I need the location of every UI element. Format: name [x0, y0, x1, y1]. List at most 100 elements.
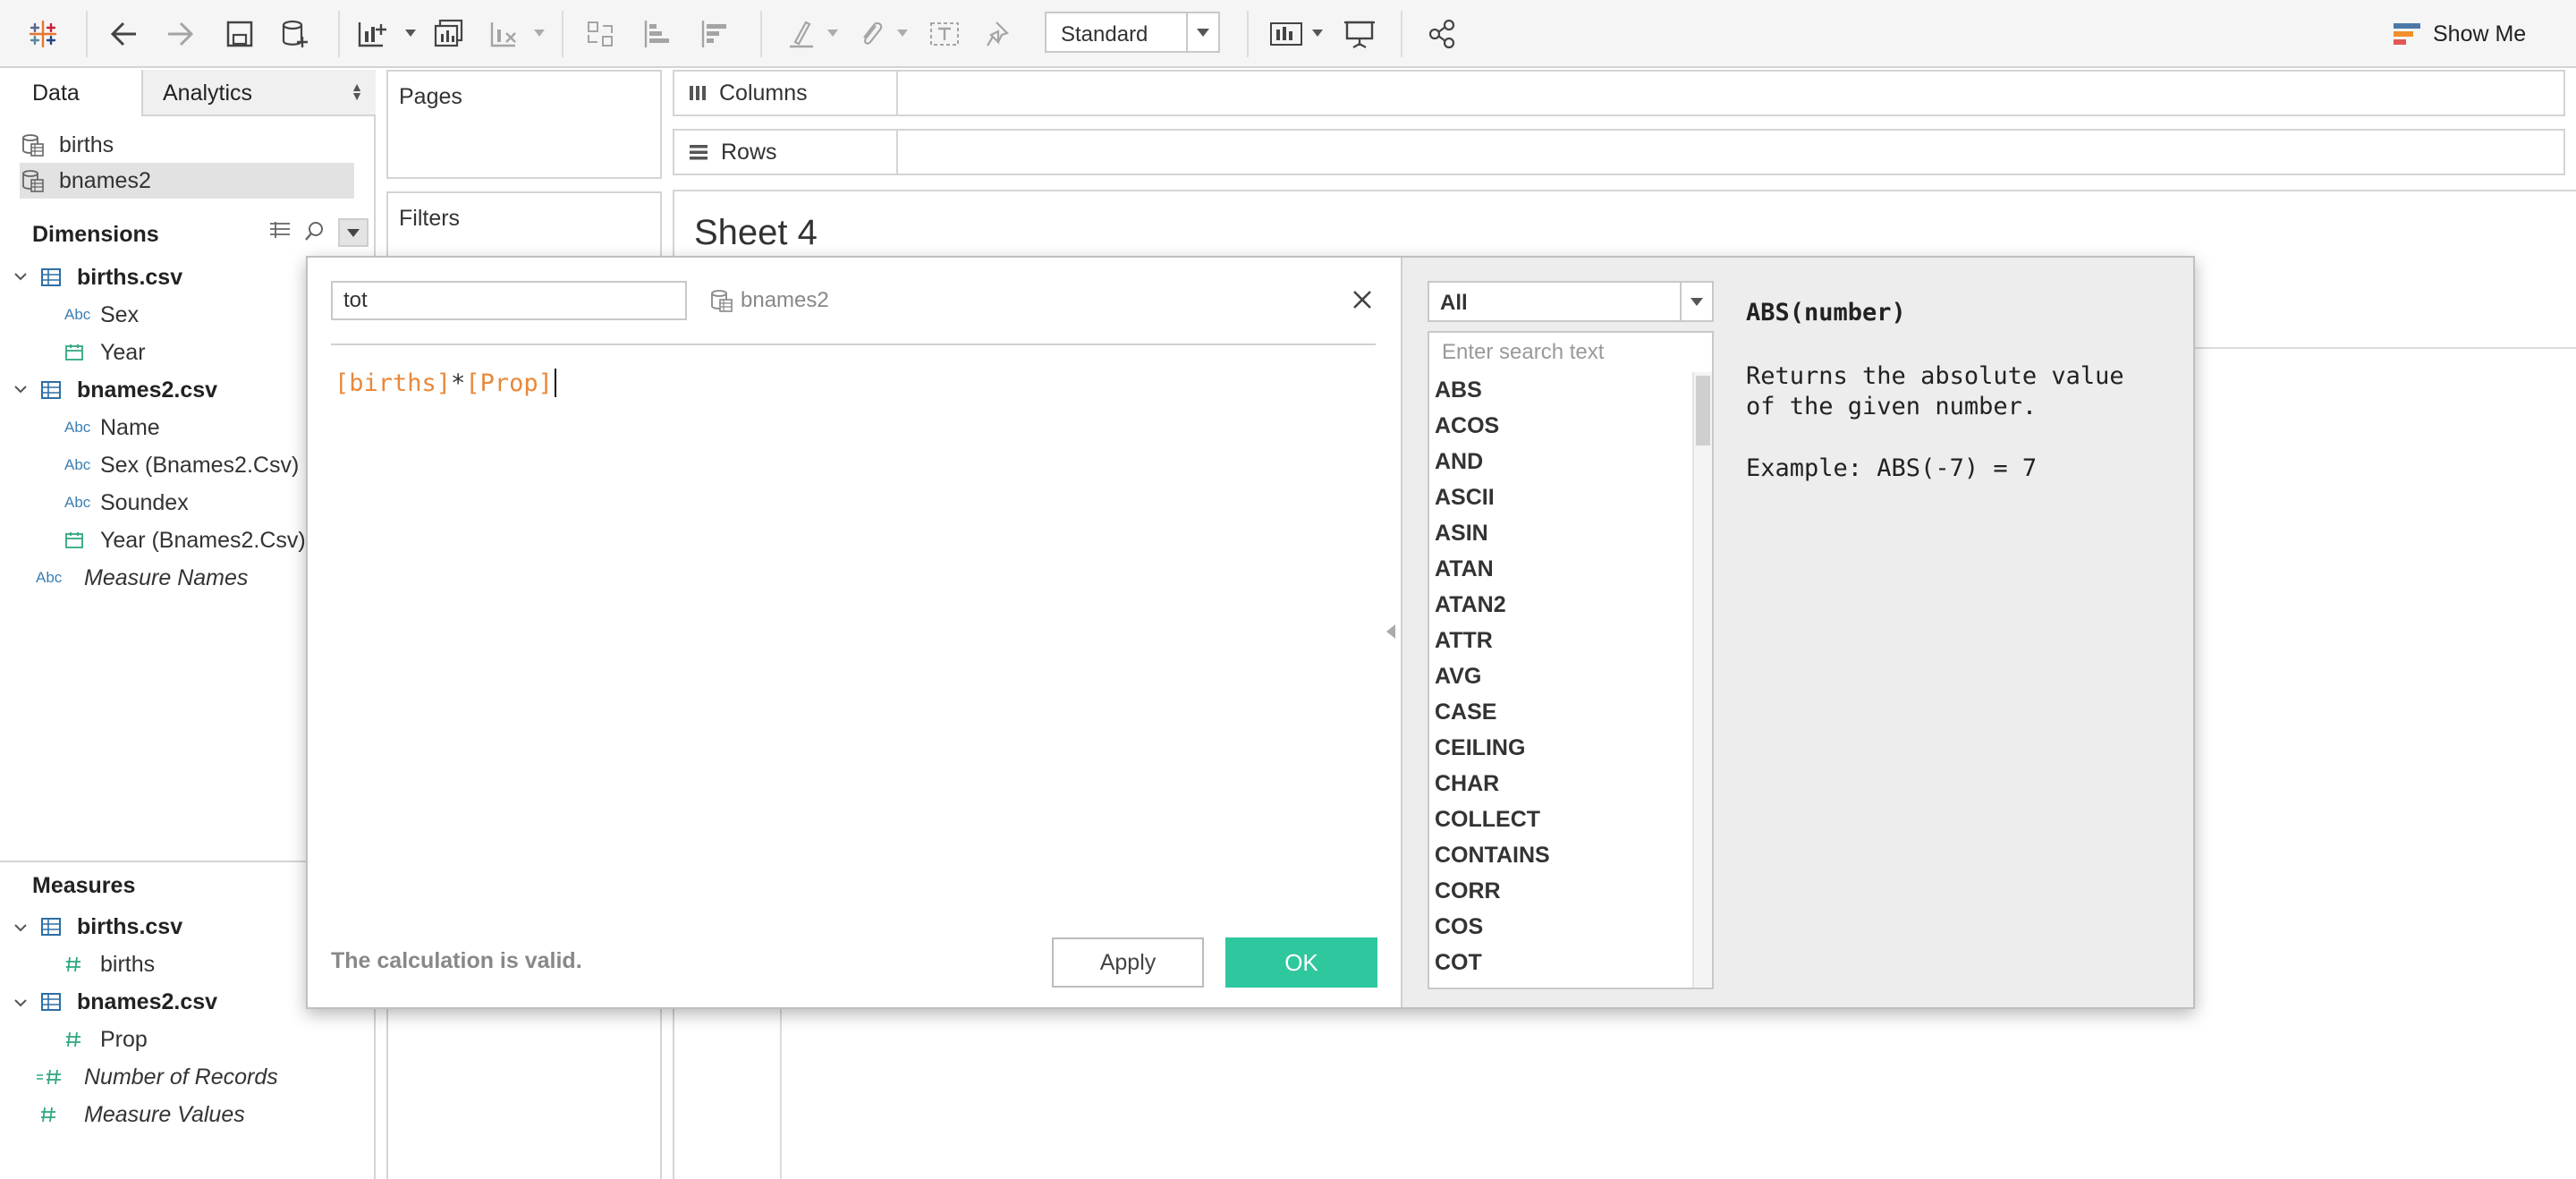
filters-card-title: Filters: [399, 206, 461, 231]
tableau-logo-icon[interactable]: [21, 13, 64, 55]
function-item[interactable]: CHAR: [1435, 766, 1499, 802]
field-label: Name: [100, 414, 160, 440]
share-icon[interactable]: [1420, 13, 1463, 55]
chevron-down-icon[interactable]: [13, 995, 29, 1011]
function-item[interactable]: AND: [1435, 444, 1483, 479]
presentation-mode-icon[interactable]: [1338, 13, 1381, 55]
close-icon[interactable]: [1349, 286, 1376, 313]
formula-operator: *: [451, 369, 466, 397]
number-of-records-field[interactable]: Number of Records: [36, 1059, 278, 1095]
dimension-field[interactable]: Abc Sex (Bnames2.Csv): [64, 447, 299, 483]
measures-header: Measures: [32, 873, 136, 898]
show-cards-icon[interactable]: [1265, 13, 1308, 55]
function-item[interactable]: CONTAINS: [1435, 837, 1550, 873]
measure-field[interactable]: births: [64, 946, 155, 982]
measure-values-field[interactable]: Measure Values: [36, 1097, 245, 1132]
chevron-down-icon[interactable]: [533, 27, 546, 39]
tab-analytics[interactable]: Analytics ▲ ▼: [141, 70, 376, 116]
function-list[interactable]: ABS ACOS AND ASCII ASIN ATAN ATAN2 ATTR …: [1428, 372, 1714, 989]
field-label: Measure Values: [84, 1101, 245, 1127]
function-item[interactable]: CORR: [1435, 873, 1501, 909]
chevron-down-icon[interactable]: [1680, 283, 1712, 320]
function-item[interactable]: ATAN2: [1435, 587, 1506, 623]
duplicate-sheet-icon[interactable]: [428, 13, 470, 55]
function-search-input[interactable]: [1428, 331, 1714, 374]
scrollbar-thumb[interactable]: [1696, 376, 1710, 445]
pages-card[interactable]: Pages: [386, 70, 662, 179]
new-worksheet-icon[interactable]: [351, 13, 394, 55]
search-icon[interactable]: [304, 220, 329, 245]
data-source-item-selected[interactable]: bnames2: [20, 163, 354, 199]
highlight-icon[interactable]: [780, 13, 823, 55]
chevron-down-icon[interactable]: [13, 920, 29, 936]
paperclip-icon[interactable]: [850, 13, 893, 55]
function-item[interactable]: ATAN: [1435, 551, 1494, 587]
dimension-field[interactable]: Year: [64, 335, 146, 370]
columns-shelf[interactable]: Columns: [673, 70, 2565, 116]
rows-shelf[interactable]: Rows: [673, 129, 2565, 175]
forward-arrow-icon[interactable]: [159, 13, 202, 55]
chevron-down-icon[interactable]: [13, 381, 29, 397]
show-labels-icon[interactable]: [923, 13, 966, 55]
back-arrow-icon[interactable]: [102, 13, 145, 55]
sheet-title[interactable]: Sheet 4: [694, 213, 818, 253]
function-item[interactable]: COLLECT: [1435, 802, 1540, 837]
collapse-panel-icon[interactable]: [1385, 623, 1397, 640]
table-births-csv[interactable]: births.csv: [41, 259, 182, 295]
save-icon[interactable]: [218, 13, 261, 55]
chevron-down-icon: [347, 228, 360, 237]
function-item[interactable]: CEILING: [1435, 730, 1525, 766]
measure-names-field[interactable]: Abc Measure Names: [36, 560, 248, 596]
chevron-down-icon[interactable]: [13, 268, 29, 284]
data-source-icon: [711, 290, 733, 312]
function-item[interactable]: COS: [1435, 909, 1483, 945]
function-item[interactable]: ABS: [1435, 372, 1482, 408]
number-type-icon: [66, 956, 80, 972]
fit-mode-select[interactable]: Standard: [1045, 12, 1220, 53]
measure-field[interactable]: Prop: [64, 1022, 148, 1057]
chevron-down-icon[interactable]: [826, 27, 839, 39]
chevron-down-icon[interactable]: [1311, 27, 1324, 39]
dimension-field[interactable]: Abc Soundex: [64, 485, 189, 521]
chevron-down-icon[interactable]: [896, 27, 909, 39]
new-data-source-icon[interactable]: [274, 13, 317, 55]
apply-button[interactable]: Apply: [1052, 937, 1204, 988]
function-item[interactable]: ASCII: [1435, 479, 1495, 515]
tab-analytics-label: Analytics: [163, 81, 253, 106]
table-icon: [41, 993, 61, 1011]
show-me-button[interactable]: Show Me: [2394, 16, 2526, 52]
columns-shelf-label: Columns: [674, 72, 898, 115]
function-item[interactable]: AVG: [1435, 658, 1481, 694]
clear-sheet-icon[interactable]: [483, 13, 526, 55]
formula-editor[interactable]: [births] * [Prop]: [335, 369, 556, 397]
dimension-field[interactable]: Year (Bnames2.Csv): [64, 522, 306, 558]
function-item[interactable]: ACOS: [1435, 408, 1499, 444]
tab-data-label: Data: [32, 81, 80, 106]
dimension-field[interactable]: Abc Name: [64, 410, 160, 445]
table-bnames2-csv[interactable]: bnames2.csv: [41, 984, 217, 1020]
table-bnames2-csv[interactable]: bnames2.csv: [41, 372, 217, 408]
swap-rows-columns-icon[interactable]: [580, 13, 623, 55]
field-label: births: [100, 951, 156, 977]
function-item[interactable]: ATTR: [1435, 623, 1493, 658]
pin-icon[interactable]: [979, 13, 1021, 55]
function-item[interactable]: CASE: [1435, 694, 1496, 730]
divider: [331, 344, 1376, 345]
dimension-field[interactable]: Abc Sex: [64, 297, 139, 333]
chevron-down-icon[interactable]: [404, 27, 417, 39]
tab-data[interactable]: Data: [0, 70, 141, 116]
view-as-list-icon[interactable]: [268, 220, 293, 245]
sort-ascending-icon[interactable]: [637, 13, 680, 55]
calculation-name-input[interactable]: [331, 281, 687, 320]
table-icon: [41, 268, 61, 286]
ok-button[interactable]: OK: [1225, 937, 1377, 988]
scrollbar[interactable]: [1692, 372, 1712, 988]
table-births-csv[interactable]: births.csv: [41, 909, 182, 945]
function-item[interactable]: ASIN: [1435, 515, 1488, 551]
chevron-down-icon[interactable]: [1186, 13, 1218, 51]
sort-descending-icon[interactable]: [694, 13, 737, 55]
function-category-select[interactable]: All: [1428, 281, 1714, 322]
data-source-item[interactable]: births: [20, 127, 354, 163]
function-item[interactable]: COT: [1435, 945, 1482, 980]
dimensions-menu-button[interactable]: [338, 218, 369, 247]
